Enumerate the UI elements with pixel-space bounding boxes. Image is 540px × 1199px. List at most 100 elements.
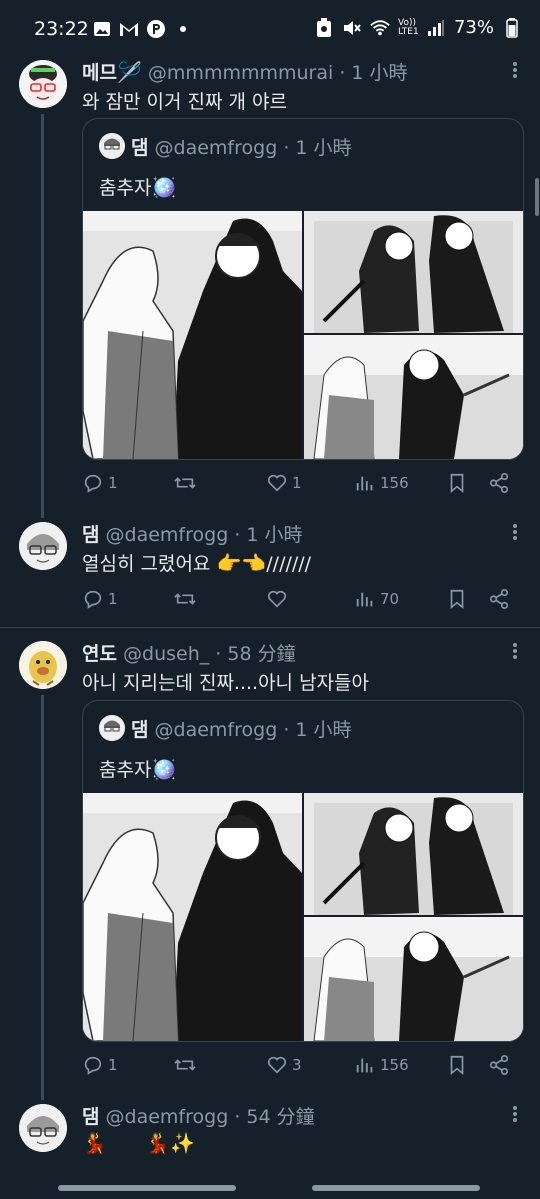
mute-icon <box>342 18 362 38</box>
quote-header: 댐 @daemfrogg · 1 小時 <box>99 715 352 742</box>
views-icon <box>356 476 373 491</box>
tweet-text: 와 잠만 이거 진짜 개 야르 <box>82 91 287 113</box>
share-button[interactable] <box>488 472 510 494</box>
media-image-2[interactable] <box>304 211 523 333</box>
display-name[interactable]: 연도 <box>82 643 117 665</box>
quote-header: 댐 @daemfrogg · 1 小時 <box>99 133 352 160</box>
timestamp[interactable]: 54 分鐘 <box>246 1106 314 1128</box>
network-label: Vo)) LTE1 <box>397 17 419 37</box>
quote-tweet[interactable]: 댐 @daemfrogg · 1 小時 춤추자🪩 <box>82 118 524 460</box>
media-image-2[interactable] <box>304 793 523 915</box>
retweet-icon <box>174 477 196 489</box>
dot-icon <box>173 19 193 39</box>
image-icon <box>92 19 112 39</box>
quote-avatar <box>99 133 125 159</box>
quote-handle: @daemfrogg <box>154 137 278 159</box>
handle[interactable]: @daemfrogg <box>106 1106 229 1128</box>
quote-name: 댐 <box>131 719 149 741</box>
views-icon <box>356 1058 373 1073</box>
wifi-icon <box>370 18 390 38</box>
quote-tweet[interactable]: 댐 @daemfrogg · 1 小時 춤추자🪩 <box>82 700 524 1042</box>
reply-button[interactable]: 1 <box>82 472 118 494</box>
media-image-1[interactable] <box>83 793 302 1041</box>
like-count: 3 <box>292 1056 302 1074</box>
tweet-header: 댐 @daemfrogg · 1 小時 <box>82 524 303 546</box>
reply-icon <box>84 1056 102 1075</box>
views-button[interactable]: 156 <box>354 472 409 494</box>
battery-icon <box>502 17 522 38</box>
avatar[interactable] <box>19 60 67 108</box>
display-name[interactable]: 메므 <box>82 62 117 84</box>
reply-icon <box>84 474 102 493</box>
handle[interactable]: @daemfrogg <box>106 524 229 546</box>
views-count: 156 <box>380 1056 409 1074</box>
bookmark-icon <box>450 1055 464 1076</box>
reply-icon <box>84 590 102 609</box>
handle[interactable]: @duseh_ <box>123 643 209 665</box>
share-button[interactable] <box>488 1054 510 1076</box>
like-icon <box>267 590 287 608</box>
divider <box>0 627 540 628</box>
status-bar: 23:22 Vo)) LTE1 73% <box>0 0 540 60</box>
views-count: 156 <box>380 474 409 492</box>
more-icon[interactable] <box>512 1104 518 1124</box>
retweet-icon <box>174 593 196 605</box>
retweet-icon <box>174 1059 196 1071</box>
bookmark-button[interactable] <box>446 472 468 494</box>
more-icon[interactable] <box>512 60 518 80</box>
tweet-text: 열심히 그렸어요 👉👈/////// <box>82 551 312 575</box>
media-image-3[interactable] <box>304 335 523 459</box>
quote-time: 1 小時 <box>295 719 352 741</box>
nav-gesture-bar-right <box>312 1185 480 1191</box>
scrollbar[interactable] <box>535 178 539 216</box>
media-image-3[interactable] <box>304 917 523 1041</box>
like-button[interactable]: 3 <box>266 1054 302 1076</box>
retweet-button[interactable] <box>174 588 196 610</box>
reply-button[interactable]: 1 <box>82 588 118 610</box>
share-icon <box>489 473 509 493</box>
battery-percent: 73% <box>453 17 494 38</box>
bookmark-button[interactable] <box>446 1054 468 1076</box>
status-time: 23:22 <box>34 18 89 40</box>
media-image-1[interactable] <box>83 211 302 459</box>
display-name[interactable]: 댐 <box>82 1106 99 1128</box>
views-button[interactable]: 70 <box>354 588 399 610</box>
timestamp[interactable]: 1 小時 <box>351 62 407 84</box>
nav-gesture-bar-left <box>58 1185 236 1191</box>
share-icon <box>489 1055 509 1075</box>
reply-count: 1 <box>108 474 118 492</box>
share-button[interactable] <box>488 588 510 610</box>
thread-line <box>41 695 44 1100</box>
reply-button[interactable]: 1 <box>82 1054 118 1076</box>
disco-ball-emoji: 🪩 <box>151 757 177 781</box>
display-name[interactable]: 댐 <box>82 524 99 546</box>
tweet-header: 연도 @duseh_ · 58 分鐘 <box>82 643 296 665</box>
timestamp[interactable]: 1 小時 <box>246 524 302 546</box>
avatar[interactable] <box>19 522 67 570</box>
bookmark-button[interactable] <box>446 588 468 610</box>
avatar[interactable] <box>19 641 67 689</box>
action-bar: 1 1 156 <box>82 472 522 500</box>
retweet-button[interactable] <box>174 472 196 494</box>
notification-icons <box>92 19 193 39</box>
tweet-header: 메므🪡 @mmmmmmmurai · 1 小時 <box>82 60 408 84</box>
timestamp[interactable]: 58 分鐘 <box>227 643 295 665</box>
bookmark-icon <box>450 473 464 494</box>
avatar[interactable] <box>19 1104 67 1152</box>
more-icon[interactable] <box>512 641 518 661</box>
media-grid[interactable] <box>83 211 523 459</box>
tweet-header: 댐 @daemfrogg · 54 分鐘 <box>82 1106 315 1128</box>
more-icon[interactable] <box>512 522 518 542</box>
like-button[interactable] <box>266 588 288 610</box>
views-count: 70 <box>380 590 400 608</box>
media-grid[interactable] <box>83 793 523 1041</box>
like-button[interactable]: 1 <box>266 472 302 494</box>
handle[interactable]: @mmmmmmmurai <box>148 62 333 84</box>
views-button[interactable]: 156 <box>354 1054 409 1076</box>
recycle-icon <box>314 17 334 38</box>
reply-count: 1 <box>108 590 118 608</box>
disco-ball-emoji: 🪩 <box>151 175 177 199</box>
system-icons: Vo)) LTE1 73% <box>314 17 522 38</box>
quote-text: 춤추자🪩 <box>99 757 177 781</box>
retweet-button[interactable] <box>174 1054 196 1076</box>
